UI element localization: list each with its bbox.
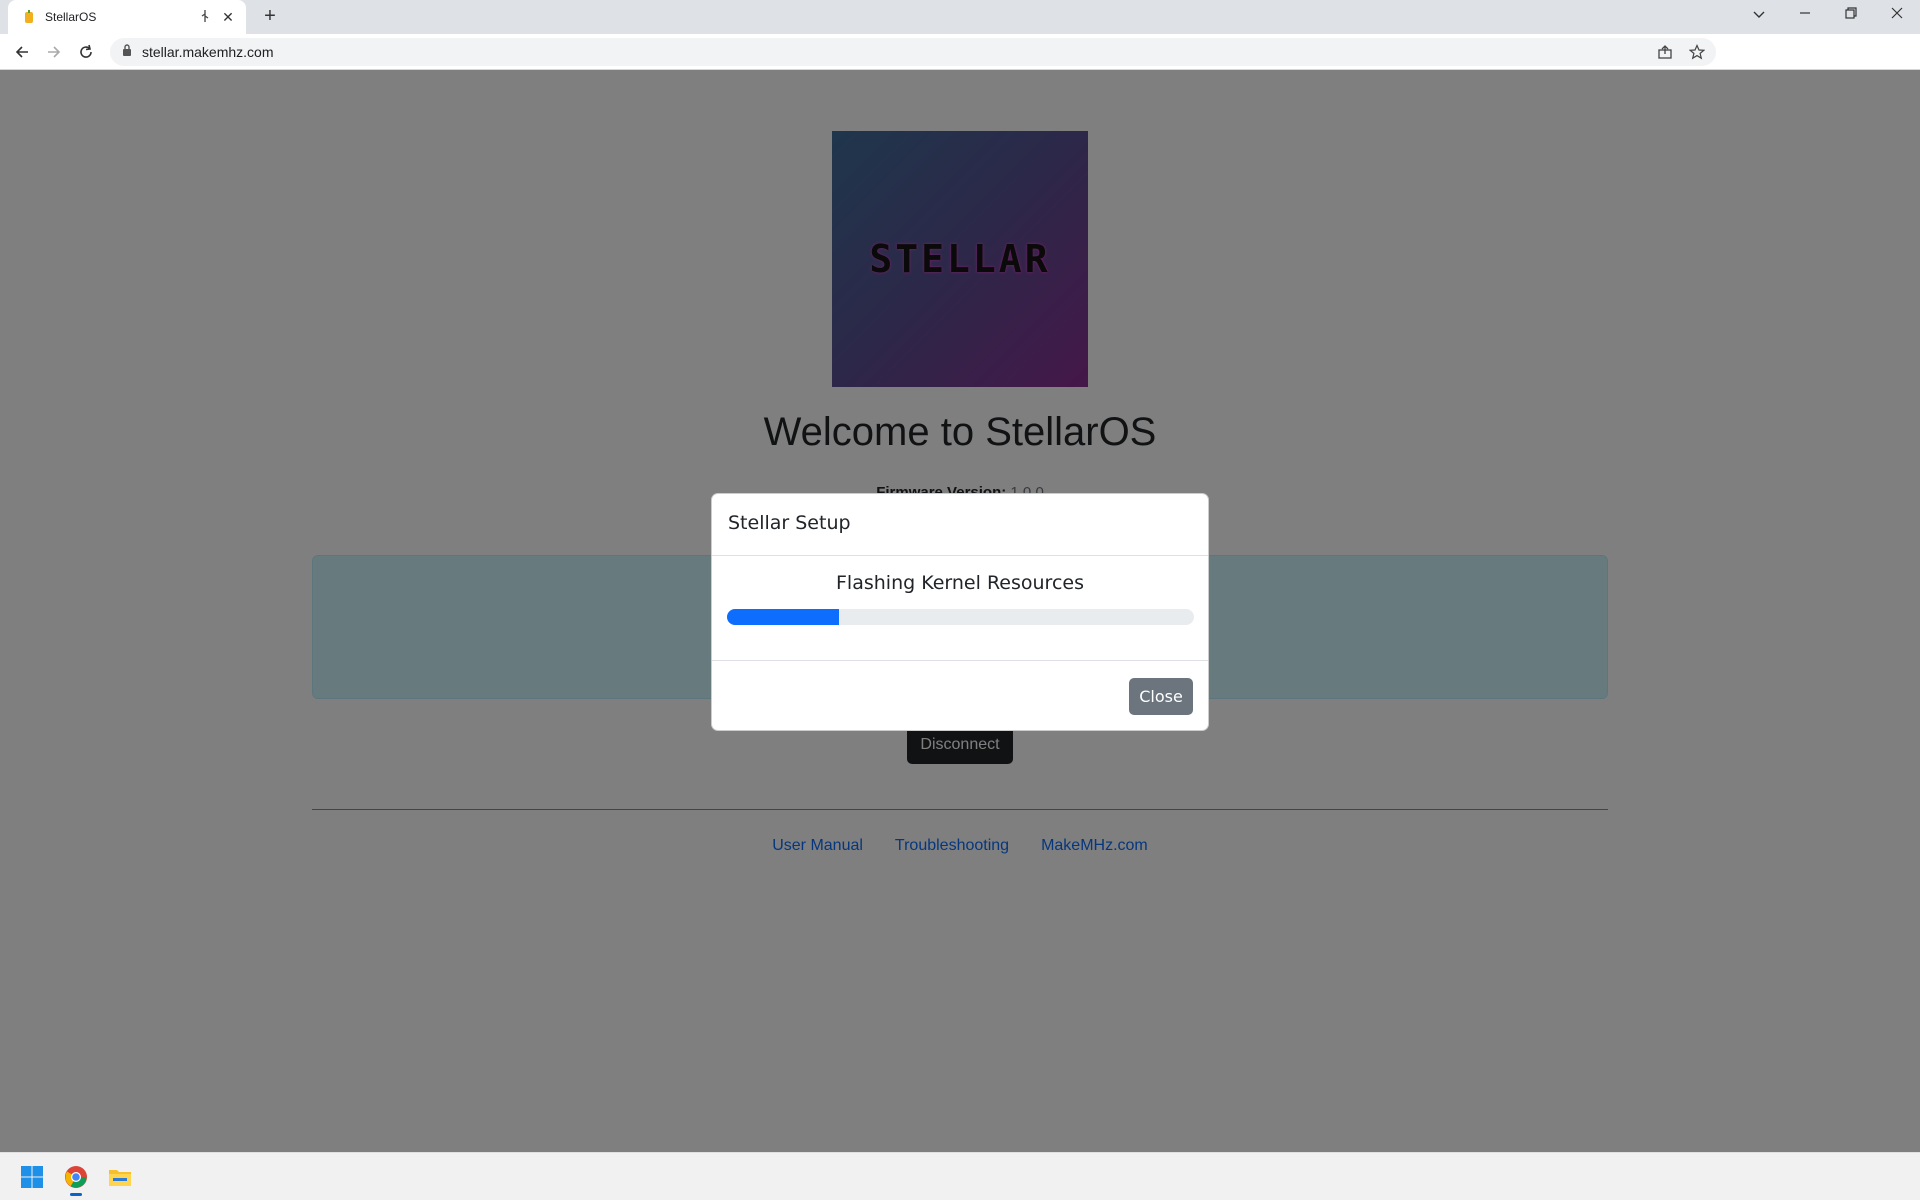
tab-search-icon[interactable] [1736, 0, 1782, 30]
usb-icon [200, 9, 210, 25]
back-arrow-icon[interactable] [8, 38, 36, 66]
reload-icon[interactable] [72, 38, 100, 66]
status-message: Flashing Kernel Resources [836, 572, 1084, 594]
bookmark-star-icon[interactable] [1684, 39, 1710, 65]
lock-icon [122, 43, 132, 61]
page-content: STELLAR Welcome to StellarOS Firmware Ve… [0, 70, 1920, 1152]
share-icon[interactable] [1652, 39, 1678, 65]
close-tab-icon[interactable]: ✕ [220, 9, 236, 26]
active-app-indicator [70, 1193, 82, 1196]
progress-track [727, 609, 1194, 625]
browser-tab-bar: StellarOS ✕ + [0, 0, 1920, 34]
modal-footer: Close [712, 661, 1208, 730]
forward-arrow-icon[interactable] [40, 38, 68, 66]
taskbar [0, 1152, 1920, 1200]
modal-title: Stellar Setup [728, 512, 851, 534]
new-tab-button[interactable]: + [258, 5, 282, 29]
progress-bar [727, 609, 840, 625]
browser-toolbar: stellar.makemhz.com [0, 34, 1920, 70]
window-close-icon[interactable] [1874, 0, 1920, 30]
stellar-favicon-icon [22, 10, 36, 24]
tab-title: StellarOS [45, 10, 97, 24]
windows-start-icon[interactable] [16, 1161, 48, 1193]
modal-header: Stellar Setup [712, 494, 1208, 556]
modal-body: Flashing Kernel Resources [712, 556, 1208, 661]
chrome-icon[interactable] [60, 1161, 92, 1196]
setup-modal: Stellar Setup Flashing Kernel Resources … [711, 493, 1209, 731]
minimize-icon[interactable] [1782, 0, 1828, 30]
file-explorer-icon[interactable] [104, 1161, 136, 1193]
restore-icon[interactable] [1828, 0, 1874, 30]
address-bar[interactable]: stellar.makemhz.com [110, 38, 1716, 66]
url-text: stellar.makemhz.com [142, 44, 274, 60]
browser-tab[interactable]: StellarOS ✕ [8, 0, 246, 34]
close-button[interactable]: Close [1129, 678, 1193, 715]
